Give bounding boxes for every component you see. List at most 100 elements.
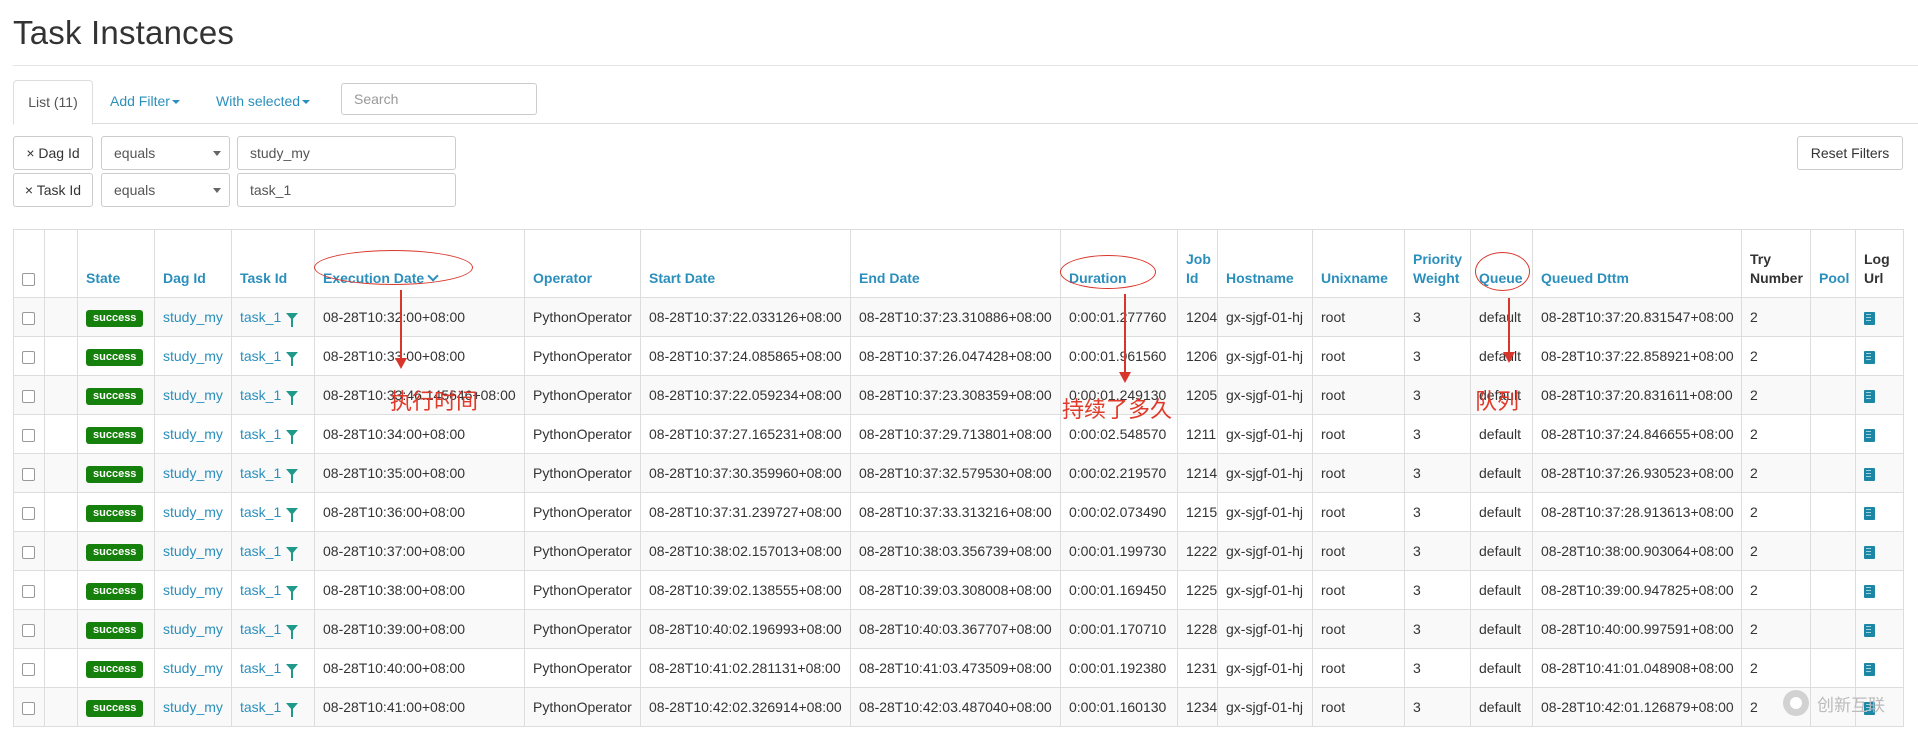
add-filter-dropdown[interactable]: Add Filter	[95, 80, 195, 122]
remove-filter-task-id-button[interactable]: × Task Id	[13, 173, 93, 207]
funnel-icon[interactable]	[286, 313, 299, 327]
with-selected-dropdown[interactable]: With selected	[201, 80, 325, 122]
cell-pool	[1810, 375, 1856, 415]
remove-filter-dag-id-button[interactable]: × Dag Id	[13, 136, 93, 170]
col-queued-dttm[interactable]: Queued Dttm	[1532, 229, 1742, 298]
dag-id-link[interactable]: study_my	[163, 699, 223, 715]
task-id-link[interactable]: task_1	[240, 348, 281, 364]
annotation-label-execution-date: 执行时间	[390, 390, 479, 415]
task-id-link[interactable]: task_1	[240, 387, 281, 403]
row-checkbox[interactable]	[22, 623, 35, 637]
funnel-icon[interactable]	[286, 664, 299, 678]
task-id-link[interactable]: task_1	[240, 621, 281, 637]
task-id-link[interactable]: task_1	[240, 543, 281, 559]
col-job-id[interactable]: Job Id	[1177, 229, 1218, 298]
cell-queued-dttm: 08-28T10:41:01.048908+08:00	[1532, 648, 1742, 688]
col-state[interactable]: State	[77, 229, 155, 298]
cell-state: success	[77, 687, 155, 727]
cell-queue: default	[1470, 570, 1533, 610]
col-priority-weight[interactable]: Priority Weight	[1404, 229, 1471, 298]
dag-id-link[interactable]: study_my	[163, 387, 223, 403]
cell-duration: 0:00:02.073490	[1060, 492, 1178, 532]
task-id-link[interactable]: task_1	[240, 309, 281, 325]
task-id-link[interactable]: task_1	[240, 465, 281, 481]
col-pool[interactable]: Pool	[1810, 229, 1856, 298]
row-checkbox[interactable]	[22, 350, 35, 364]
col-dag-id[interactable]: Dag Id	[154, 229, 232, 298]
cell-execution-date: 08-28T10:41:00+08:00	[314, 687, 525, 727]
funnel-icon[interactable]	[286, 430, 299, 444]
row-checkbox[interactable]	[22, 584, 35, 598]
watermark: 创新互联	[1783, 688, 1903, 718]
dag-id-link[interactable]: study_my	[163, 621, 223, 637]
log-file-icon[interactable]	[1864, 311, 1875, 325]
task-id-link[interactable]: task_1	[240, 582, 281, 598]
col-unixname[interactable]: Unixname	[1312, 229, 1405, 298]
row-checkbox[interactable]	[22, 662, 35, 676]
cell-queued-dttm: 08-28T10:37:22.858921+08:00	[1532, 336, 1742, 376]
funnel-icon[interactable]	[286, 625, 299, 639]
col-operator[interactable]: Operator	[524, 229, 641, 298]
cell-log-url	[1855, 375, 1904, 415]
log-file-icon[interactable]	[1864, 506, 1875, 520]
cell-log-url	[1855, 336, 1904, 376]
log-file-icon[interactable]	[1864, 545, 1875, 559]
filter-operator-select[interactable]: equals	[101, 173, 230, 207]
log-file-icon[interactable]	[1864, 428, 1875, 442]
dag-id-link[interactable]: study_my	[163, 543, 223, 559]
row-checkbox[interactable]	[22, 311, 35, 325]
task-id-link[interactable]: task_1	[240, 660, 281, 676]
funnel-icon[interactable]	[286, 391, 299, 405]
search-input[interactable]	[341, 83, 537, 115]
dag-id-link[interactable]: study_my	[163, 426, 223, 442]
row-checkbox[interactable]	[22, 545, 35, 559]
task-id-link[interactable]: task_1	[240, 504, 281, 520]
cell-pool	[1810, 648, 1856, 688]
watermark-logo-icon	[1783, 690, 1809, 716]
filter-value-input[interactable]: study_my	[237, 136, 456, 170]
cell-hostname: gx-sjgf-01-hj	[1217, 648, 1313, 688]
filter-operator-select[interactable]: equals	[101, 136, 230, 170]
dag-id-link[interactable]: study_my	[163, 465, 223, 481]
funnel-icon[interactable]	[286, 469, 299, 483]
row-checkbox[interactable]	[22, 701, 35, 715]
select-all-checkbox[interactable]	[22, 272, 35, 286]
dag-id-link[interactable]: study_my	[163, 348, 223, 364]
cell-task-id: task_1	[231, 336, 315, 376]
table-row: success study_my task_1 08-28T10:32:00+08:0…	[13, 297, 1904, 337]
funnel-icon[interactable]	[286, 703, 299, 717]
col-end-date[interactable]: End Date	[850, 229, 1061, 298]
log-file-icon[interactable]	[1864, 662, 1875, 676]
row-checkbox[interactable]	[22, 428, 35, 442]
table-row: success study_my task_1 08-28T10:40:00+08:0…	[13, 648, 1904, 688]
table-row: success study_my task_1 08-28T10:34:00+08:0…	[13, 414, 1904, 454]
log-file-icon[interactable]	[1864, 389, 1875, 403]
cell-operator: PythonOperator	[524, 453, 641, 493]
funnel-icon[interactable]	[286, 508, 299, 522]
cell-try-number: 2	[1741, 609, 1811, 649]
reset-filters-button[interactable]: Reset Filters	[1797, 136, 1903, 170]
log-file-icon[interactable]	[1864, 467, 1875, 481]
cell-log-url	[1855, 570, 1904, 610]
col-task-id[interactable]: Task Id	[231, 229, 315, 298]
filter-value-input[interactable]: task_1	[237, 173, 456, 207]
dag-id-link[interactable]: study_my	[163, 660, 223, 676]
task-id-link[interactable]: task_1	[240, 699, 281, 715]
row-actions-cell	[44, 336, 78, 376]
task-id-link[interactable]: task_1	[240, 426, 281, 442]
dag-id-link[interactable]: study_my	[163, 582, 223, 598]
tab-list[interactable]: List (11)	[13, 80, 93, 125]
col-hostname[interactable]: Hostname	[1217, 229, 1313, 298]
log-file-icon[interactable]	[1864, 584, 1875, 598]
funnel-icon[interactable]	[286, 547, 299, 561]
funnel-icon[interactable]	[286, 586, 299, 600]
dag-id-link[interactable]: study_my	[163, 504, 223, 520]
log-file-icon[interactable]	[1864, 350, 1875, 364]
log-file-icon[interactable]	[1864, 623, 1875, 637]
row-checkbox[interactable]	[22, 389, 35, 403]
row-checkbox[interactable]	[22, 506, 35, 520]
row-checkbox[interactable]	[22, 467, 35, 481]
funnel-icon[interactable]	[286, 352, 299, 366]
col-start-date[interactable]: Start Date	[640, 229, 851, 298]
dag-id-link[interactable]: study_my	[163, 309, 223, 325]
